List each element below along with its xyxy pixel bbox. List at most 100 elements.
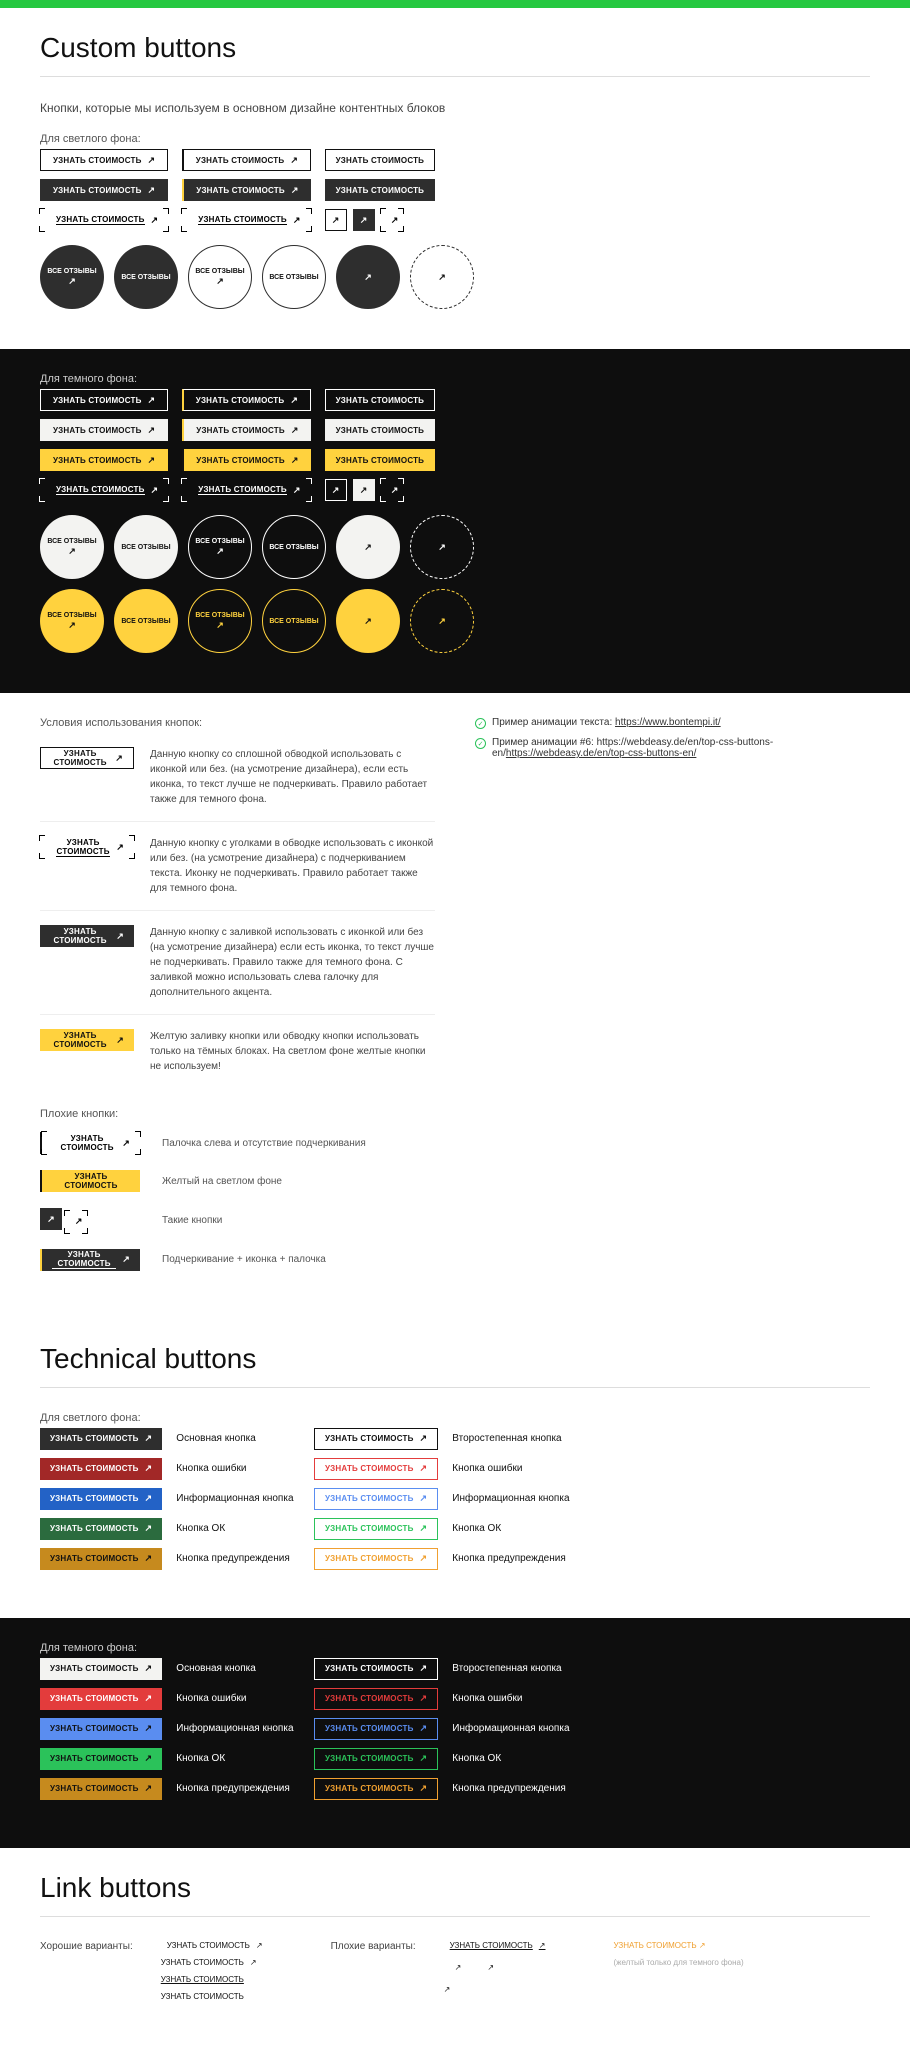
circle-yl-arrow[interactable]	[336, 589, 400, 653]
arrow-icon	[148, 155, 156, 166]
link-good-4[interactable]: УЗНАТЬ СТОИМОСТЬ	[161, 1992, 263, 2001]
btn-outline-wh-noicon[interactable]: УЗНАТЬ СТОИМОСТЬ	[325, 389, 436, 411]
tech-info-out[interactable]: УЗНАТЬ СТОИМОСТЬ	[314, 1488, 438, 1510]
arrow-icon	[360, 215, 368, 226]
circle-solid-dark-2[interactable]: ВСЕ ОТЗЫВЫ	[114, 245, 178, 309]
btn-sq-corners-d[interactable]	[381, 479, 403, 501]
tech-error[interactable]: УЗНАТЬ СТОИМОСТЬ	[40, 1458, 162, 1480]
tech-d-error[interactable]: УЗНАТЬ СТОИМОСТЬ	[40, 1688, 162, 1710]
cond-btn-1[interactable]: УЗНАТЬ СТОИМОСТЬ	[40, 747, 134, 769]
cond-btn-4[interactable]: УЗНАТЬ СТОИМОСТЬ	[40, 1029, 134, 1051]
btn-solid-wh-noicon[interactable]: УЗНАТЬ СТОИМОСТЬ	[325, 419, 436, 441]
btn-sq-solid-d[interactable]	[353, 479, 375, 501]
arrow-icon	[438, 616, 446, 627]
circle-wh-1[interactable]: ВСЕ ОТЗЫВЫ	[40, 515, 104, 579]
arrow-icon	[151, 485, 159, 496]
circle-outline-dark[interactable]: ВСЕ ОТЗЫВЫ	[188, 245, 252, 309]
circle-outl-wh-1[interactable]: ВСЕ ОТЗЫВЫ	[188, 515, 252, 579]
link-bad-sq2[interactable]: ↗	[476, 1958, 499, 1977]
btn-sq-solid[interactable]	[353, 209, 375, 231]
btn-corners-underline[interactable]: УЗНАТЬ СТОИМОСТЬ	[40, 209, 168, 231]
conditions-section: Условия использования кнопок: УЗНАТЬ СТО…	[0, 693, 910, 1319]
tech-d-info[interactable]: УЗНАТЬ СТОИМОСТЬ	[40, 1718, 162, 1740]
btn-solid-white[interactable]: УЗНАТЬ СТОИМОСТЬ	[40, 419, 168, 441]
link-bad-1[interactable]: УЗНАТЬ СТОИМОСТЬ ↗	[444, 1941, 546, 1950]
btn-sq-corners[interactable]	[381, 209, 403, 231]
btn-corners-white-2[interactable]: УЗНАТЬ СТОИМОСТЬ	[182, 479, 310, 501]
custom-buttons-intro: Кнопки, которые мы используем в основном…	[40, 101, 870, 115]
circle-outline-dark-2[interactable]: ВСЕ ОТЗЫВЫ	[262, 245, 326, 309]
arrow-icon	[216, 276, 224, 287]
btn-sq-outline[interactable]	[325, 209, 347, 231]
bad-btn-2[interactable]: УЗНАТЬ СТОИМОСТЬ	[40, 1170, 140, 1192]
tech-secondary[interactable]: УЗНАТЬ СТОИМОСТЬ	[314, 1428, 438, 1450]
tech-info[interactable]: УЗНАТЬ СТОИМОСТЬ	[40, 1488, 162, 1510]
tech-warn-out[interactable]: УЗНАТЬ СТОИМОСТЬ	[314, 1548, 438, 1570]
anim-link-1: ✓ Пример анимации текста: https://www.bo…	[475, 717, 870, 729]
tech-primary[interactable]: УЗНАТЬ СТОИМОСТЬ	[40, 1428, 162, 1450]
arrow-icon	[420, 1753, 428, 1764]
tech-d-error-out[interactable]: УЗНАТЬ СТОИМОСТЬ	[314, 1688, 438, 1710]
circle-outl-wh-2[interactable]: ВСЕ ОТЗЫВЫ	[262, 515, 326, 579]
arrow-icon	[122, 1138, 130, 1149]
btn-solid-yellow[interactable]: УЗНАТЬ СТОИМОСТЬ	[40, 449, 168, 471]
btn-solid-yl-noicon[interactable]: УЗНАТЬ СТОИМОСТЬ	[325, 449, 436, 471]
circle-solid-dark[interactable]: ВСЕ ОТЗЫВЫ	[40, 245, 104, 309]
link-good-3[interactable]: УЗНАТЬ СТОИМОСТЬ	[161, 1975, 263, 1984]
arrow-icon	[145, 1663, 153, 1674]
circle-outl-yl-2[interactable]: ВСЕ ОТЗЫВЫ	[262, 589, 326, 653]
tech-d-ok[interactable]: УЗНАТЬ СТОИМОСТЬ	[40, 1748, 162, 1770]
arrow-icon	[145, 1753, 153, 1764]
btn-outline-dark[interactable]: УЗНАТЬ СТОИМОСТЬ	[40, 149, 168, 171]
btn-corners-white[interactable]: УЗНАТЬ СТОИМОСТЬ	[40, 479, 168, 501]
btn-solid-tick[interactable]: УЗНАТЬ СТОИМОСТЬ	[182, 179, 310, 201]
btn-solid-wh-tick[interactable]: УЗНАТЬ СТОИМОСТЬ	[182, 419, 310, 441]
circle-dash-wh[interactable]	[410, 515, 474, 579]
tech-d-warn-out[interactable]: УЗНАТЬ СТОИМОСТЬ	[314, 1778, 438, 1800]
link-good-2[interactable]: УЗНАТЬ СТОИМОСТЬ ↗	[161, 1958, 263, 1967]
btn-outline-tick-d[interactable]: УЗНАТЬ СТОИМОСТЬ	[182, 389, 310, 411]
btn-solid-noicon[interactable]: УЗНАТЬ СТОИМОСТЬ	[325, 179, 436, 201]
arrow-icon	[360, 485, 368, 496]
cond-btn-3[interactable]: УЗНАТЬ СТОИМОСТЬ	[40, 925, 134, 947]
circle-yl-1[interactable]: ВСЕ ОТЗЫВЫ	[40, 589, 104, 653]
link-bontempi[interactable]: https://www.bontempi.it/	[615, 717, 721, 728]
link-good-1[interactable]: УЗНАТЬ СТОИМОСТЬ ↗	[161, 1941, 263, 1950]
btn-solid-dark[interactable]: УЗНАТЬ СТОИМОСТЬ	[40, 179, 168, 201]
arrow-icon	[420, 1723, 428, 1734]
bad-btn-4[interactable]: УЗНАТЬ СТОИМОСТЬ	[40, 1249, 140, 1271]
divider	[40, 1916, 870, 1917]
btn-outline-white[interactable]: УЗНАТЬ СТОИМОСТЬ	[40, 389, 168, 411]
bad-btn-1[interactable]: УЗНАТЬ СТОИМОСТЬ	[40, 1132, 140, 1154]
arrow-icon	[291, 455, 299, 466]
bad-btn-3b[interactable]	[65, 1211, 87, 1233]
tech-d-ok-out[interactable]: УЗНАТЬ СТОИМОСТЬ	[314, 1748, 438, 1770]
circle-outl-yl-1[interactable]: ВСЕ ОТЗЫВЫ	[188, 589, 252, 653]
tech-ok[interactable]: УЗНАТЬ СТОИМОСТЬ	[40, 1518, 162, 1540]
link-webdeasy[interactable]: https://webdeasy.de/en/top-css-buttons-e…	[506, 748, 696, 759]
tech-d-primary[interactable]: УЗНАТЬ СТОИМОСТЬ	[40, 1658, 162, 1680]
tech-warn[interactable]: УЗНАТЬ СТОИМОСТЬ	[40, 1548, 162, 1570]
btn-outline-tick[interactable]: УЗНАТЬ СТОИМОСТЬ	[182, 149, 310, 171]
btn-corners-underline-2[interactable]: УЗНАТЬ СТОИМОСТЬ	[182, 209, 310, 231]
circle-yl-2[interactable]: ВСЕ ОТЗЫВЫ	[114, 589, 178, 653]
circle-dash-yl[interactable]	[410, 589, 474, 653]
tech-d-secondary[interactable]: УЗНАТЬ СТОИМОСТЬ	[314, 1658, 438, 1680]
circle-wh-2[interactable]: ВСЕ ОТЗЫВЫ	[114, 515, 178, 579]
link-bad-arrow[interactable]: ↗	[444, 1985, 546, 1994]
circle-wh-arrow[interactable]	[336, 515, 400, 579]
btn-outline-noicon[interactable]: УЗНАТЬ СТОИМОСТЬ	[325, 149, 436, 171]
cond-btn-2[interactable]: УЗНАТЬ СТОИМОСТЬ	[40, 836, 134, 858]
bad-btn-3a[interactable]	[40, 1208, 62, 1230]
link-bad-sq1[interactable]: ↗	[444, 1958, 467, 1977]
arrow-icon	[216, 546, 224, 557]
circle-dashed-arrow[interactable]	[410, 245, 474, 309]
tech-ok-out[interactable]: УЗНАТЬ СТОИМОСТЬ	[314, 1518, 438, 1540]
btn-yl-tick[interactable]: УЗНАТЬ СТОИМОСТЬ	[182, 449, 310, 471]
tech-d-warn[interactable]: УЗНАТЬ СТОИМОСТЬ	[40, 1778, 162, 1800]
arrow-icon	[145, 1433, 153, 1444]
btn-sq-outline-d[interactable]	[325, 479, 347, 501]
tech-error-out[interactable]: УЗНАТЬ СТОИМОСТЬ	[314, 1458, 438, 1480]
tech-d-info-out[interactable]: УЗНАТЬ СТОИМОСТЬ	[314, 1718, 438, 1740]
circle-solid-arrow[interactable]	[336, 245, 400, 309]
